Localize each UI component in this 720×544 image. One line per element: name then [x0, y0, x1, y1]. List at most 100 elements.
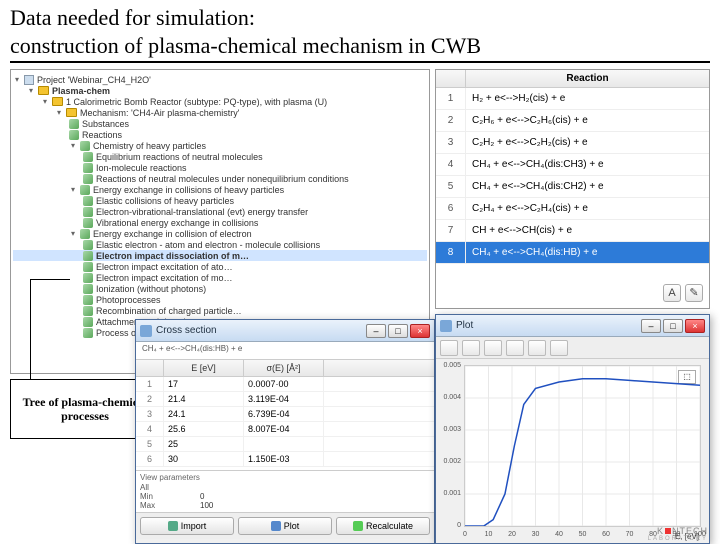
tree-group[interactable]: ▾Chemistry of heavy particles	[13, 140, 427, 151]
y-tick: 0.001	[439, 490, 461, 497]
maximize-button[interactable]: □	[388, 324, 408, 338]
chevron-down-icon: ▾	[69, 141, 77, 150]
zoom-out-button[interactable]	[462, 340, 480, 356]
y-tick: 0.004	[439, 394, 461, 401]
cs-row[interactable]: 324.16.739E-04	[136, 407, 434, 422]
reaction-row[interactable]: 1H₂ + e<-->H₂(cis) + e	[436, 88, 709, 110]
group-icon	[80, 185, 90, 195]
reaction-row[interactable]: 7CH + e<-->CH(cis) + e	[436, 220, 709, 242]
recalc-button[interactable]: Recalculate	[336, 517, 430, 535]
tree-root[interactable]: ▾ Project 'Webinar_CH4_H2O'	[13, 74, 427, 85]
tree-item[interactable]: ▾1 Calorimetric Bomb Reactor (subtype: P…	[13, 96, 427, 107]
plot-icon	[271, 521, 281, 531]
tree-leaf[interactable]: Recombination of charged particle…	[13, 305, 427, 316]
tree-label: Substances	[82, 119, 129, 129]
x-tick: 0	[463, 531, 467, 538]
tree-leaf[interactable]: Vibrational energy exchange in collision…	[13, 217, 427, 228]
plot-canvas[interactable]: ⬚ 00.0010.0020.0030.0040.005010203040506…	[464, 365, 701, 527]
tree-leaf[interactable]: Reactions of neutral molecules under non…	[13, 173, 427, 184]
reaction-row[interactable]: 6C₂H₄ + e<-->C₂H₄(cis) + e	[436, 198, 709, 220]
close-button[interactable]: ×	[410, 324, 430, 338]
cs-param-val[interactable]: 0	[200, 492, 204, 501]
callout-text: Tree of plasma-chemical processes	[15, 395, 155, 424]
tree-leaf[interactable]: Ionization (without photons)	[13, 283, 427, 294]
project-icon	[24, 75, 34, 85]
cs-row[interactable]: 221.43.119E-04	[136, 392, 434, 407]
cs-row[interactable]: 425.68.007E-04	[136, 422, 434, 437]
reaction-row[interactable]: 3C₂H₂ + e<-->C₂H₂(cis) + e	[436, 132, 709, 154]
window-titlebar[interactable]: Cross section – □ ×	[136, 320, 434, 342]
reaction-row[interactable]: 8CH₄ + e<-->CH₄(dis:HB) + e	[436, 242, 709, 264]
reaction-A-button[interactable]: A	[663, 284, 681, 302]
tree-leaf[interactable]: Reactions	[13, 129, 427, 140]
zoom-in-button[interactable]	[440, 340, 458, 356]
tree-leaf[interactable]: Electron impact excitation of ato…	[13, 261, 427, 272]
reaction-row[interactable]: 5CH₄ + e<-->CH₄(dis:CH2) + e	[436, 176, 709, 198]
x-tick: 70	[626, 531, 634, 538]
cs-data-table[interactable]: E [eV] σ(E) [Å²] 1170.0007·00221.43.119E…	[136, 360, 434, 470]
maximize-button[interactable]: □	[663, 319, 683, 333]
tree-leaf[interactable]: Equilibrium reactions of neutral molecul…	[13, 151, 427, 162]
tree-leaf[interactable]: Photoprocesses	[13, 294, 427, 305]
export-button[interactable]	[550, 340, 568, 356]
reaction-icon	[83, 262, 93, 272]
chevron-down-icon: ▾	[13, 75, 21, 84]
tree-label: Plasma-chem	[52, 86, 110, 96]
cs-row[interactable]: 6301.150E-03	[136, 452, 434, 467]
reaction-edit-button[interactable]: ✎	[685, 284, 703, 302]
x-tick: 10	[485, 531, 493, 538]
recalc-icon	[353, 521, 363, 531]
pan-button[interactable]	[506, 340, 524, 356]
tree-leaf[interactable]: Electron impact excitation of mo…	[13, 272, 427, 283]
chevron-down-icon: ▾	[69, 229, 77, 238]
window-titlebar[interactable]: Plot – □ ×	[436, 315, 709, 337]
reaction-list-panel: Reaction 1H₂ + e<-->H₂(cis) + e2C₂H₆ + e…	[435, 69, 710, 309]
tree-leaf[interactable]: Ion-molecule reactions	[13, 162, 427, 173]
tree-leaf[interactable]: Substances	[13, 118, 427, 129]
y-tick: 0.003	[439, 426, 461, 433]
tree-group[interactable]: ▾Energy exchange in collisions of heavy …	[13, 184, 427, 195]
slide-body: ▾Project 'Webinar_CH4_H2O' ▾Plasma-chem …	[10, 69, 710, 529]
tree-label: Equilibrium reactions of neutral molecul…	[96, 152, 263, 162]
plot-button[interactable]: Plot	[238, 517, 332, 535]
reaction-row[interactable]: 4CH₄ + e<-->CH₄(dis:CH3) + e	[436, 154, 709, 176]
tree-label: Electron impact excitation of mo…	[96, 273, 233, 283]
reaction-row[interactable]: 2C₂H₆ + e<-->C₂H₆(cis) + e	[436, 110, 709, 132]
cs-param-key: Min	[140, 492, 180, 501]
tree-group[interactable]: ▾Energy exchange in collision of electro…	[13, 228, 427, 239]
logo-square-icon	[665, 528, 671, 534]
chevron-down-icon: ▾	[41, 97, 49, 106]
minimize-button[interactable]: –	[641, 319, 661, 333]
title-underline	[10, 61, 710, 63]
window-icon	[440, 320, 452, 332]
tree-root-label: Project 'Webinar_CH4_H2O'	[37, 75, 151, 85]
grid-button[interactable]	[528, 340, 546, 356]
window-icon	[140, 325, 152, 337]
folder-icon	[52, 97, 63, 106]
cs-param-val[interactable]: 100	[200, 501, 213, 510]
cs-row[interactable]: 525	[136, 437, 434, 452]
close-button[interactable]: ×	[685, 319, 705, 333]
tree-label: Energy exchange in collisions of heavy p…	[93, 185, 284, 195]
tree-label: Electron-vibrational-translational (evt)…	[96, 207, 308, 217]
reaction-icon	[83, 328, 93, 338]
cs-row[interactable]: 1170.0007·00	[136, 377, 434, 392]
zoom-fit-button[interactable]	[484, 340, 502, 356]
substances-icon	[69, 119, 79, 129]
chevron-down-icon: ▾	[27, 86, 35, 95]
minimize-button[interactable]: –	[366, 324, 386, 338]
tree-item[interactable]: ▾Mechanism: 'CH4-Air plasma-chemistry'	[13, 107, 427, 118]
tree-leaf-selected[interactable]: Electron impact dissociation of m…	[13, 250, 427, 261]
tree-leaf[interactable]: Electron-vibrational-translational (evt)…	[13, 206, 427, 217]
x-tick: 50	[579, 531, 587, 538]
import-button[interactable]: Import	[140, 517, 234, 535]
x-tick: 60	[602, 531, 610, 538]
logo-sub: LABORATORY	[648, 536, 708, 542]
reaction-icon	[83, 295, 93, 305]
tree-leaf[interactable]: Elastic collisions of heavy particles	[13, 195, 427, 206]
tree-item[interactable]: ▾ Plasma-chem	[13, 85, 427, 96]
tree-label: Recombination of charged particle…	[96, 306, 242, 316]
kintech-logo: KNTECH LABORATORY	[657, 526, 708, 536]
y-tick: 0.005	[439, 362, 461, 369]
tree-leaf[interactable]: Elastic electron - atom and electron - m…	[13, 239, 427, 250]
